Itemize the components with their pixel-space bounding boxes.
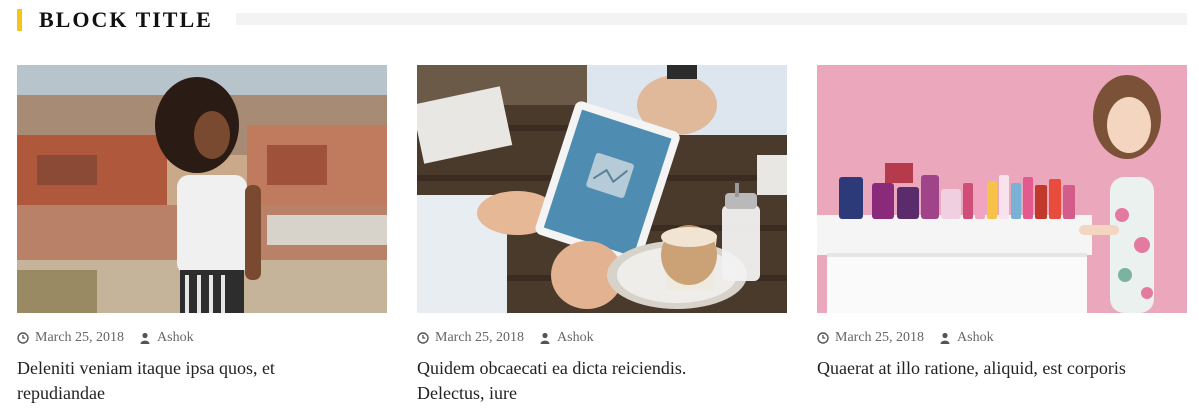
post-meta: March 25, 2018 Ashok <box>417 329 787 347</box>
post-card: March 25, 2018 Ashok Quidem obcaecati ea… <box>417 65 787 406</box>
post-author[interactable]: Ashok <box>957 329 994 347</box>
post-meta: March 25, 2018 Ashok <box>17 329 387 347</box>
post-card: March 25, 2018 Ashok Quaerat at illo rat… <box>817 65 1187 381</box>
post-meta: March 25, 2018 Ashok <box>817 329 1187 347</box>
post-thumbnail[interactable] <box>417 65 787 313</box>
post-date: March 25, 2018 <box>835 330 925 345</box>
post-card: March 25, 2018 Ashok Deleniti veniam ita… <box>17 65 387 406</box>
woman-cosmetics-pink-photo <box>817 65 1187 313</box>
clock-icon <box>817 332 829 344</box>
block-title: BLOCK TITLE <box>39 7 213 32</box>
woman-city-rooftops-photo <box>17 65 387 313</box>
post-author[interactable]: Ashok <box>557 329 594 347</box>
post-title[interactable]: Quaerat at illo ratione, aliquid, est co… <box>817 356 1157 381</box>
user-icon <box>140 332 150 344</box>
post-title[interactable]: Deleniti veniam itaque ipsa quos, et rep… <box>17 356 357 406</box>
user-icon <box>940 332 950 344</box>
clock-icon <box>417 332 429 344</box>
post-title[interactable]: Quidem obcaecati ea dicta reiciendis. De… <box>417 356 757 406</box>
post-date: March 25, 2018 <box>35 330 125 345</box>
user-icon <box>540 332 550 344</box>
post-thumbnail[interactable] <box>17 65 387 313</box>
post-author[interactable]: Ashok <box>157 329 194 347</box>
block-header: BLOCK TITLE <box>17 7 1187 33</box>
title-accent-bar <box>17 9 22 31</box>
clock-icon <box>17 332 29 344</box>
tablet-coffee-table-photo <box>417 65 787 313</box>
post-date: March 25, 2018 <box>435 330 525 345</box>
post-thumbnail[interactable] <box>817 65 1187 313</box>
title-divider <box>236 13 1187 25</box>
